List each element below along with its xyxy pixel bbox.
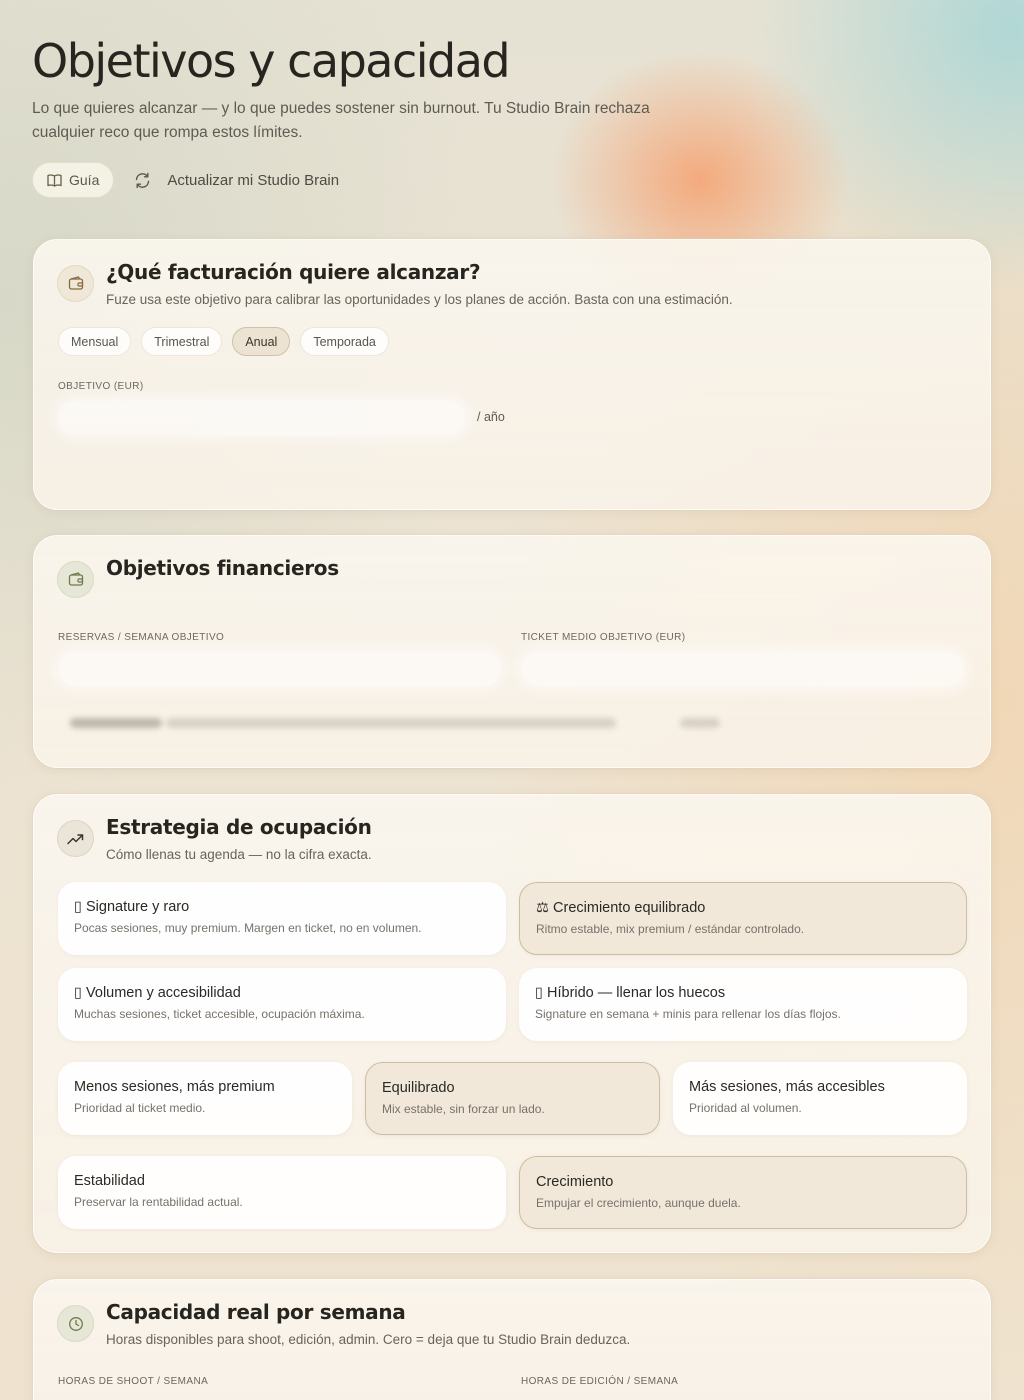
balance-option-volume[interactable]: Más sesiones, más accesibles Prioridad a…	[673, 1062, 967, 1135]
financial-goals-title: Objetivos financieros	[106, 556, 339, 580]
option-title: ⚖ Crecimiento equilibrado	[536, 900, 706, 916]
clock-icon	[68, 1316, 84, 1332]
strategy-option-hybrid[interactable]: ▯ Híbrido — llenar los huecos Signature …	[519, 968, 967, 1041]
period-pill-quarterly[interactable]: Trimestral	[141, 327, 223, 356]
bookings-week-input[interactable]	[58, 652, 501, 686]
blurred-summary-label	[70, 718, 162, 728]
card-icon-wrap	[57, 265, 94, 302]
balance-option-premium[interactable]: Menos sesiones, más premium Prioridad al…	[58, 1062, 352, 1135]
blurred-summary-text	[166, 718, 616, 728]
refresh-icon	[134, 172, 151, 189]
revenue-goal-title: ¿Qué facturación quiere alcanzar?	[106, 260, 481, 284]
option-description: Muchas sesiones, ticket accesible, ocupa…	[74, 1007, 365, 1021]
page-title: Objetivos y capacidad	[32, 34, 511, 88]
strategy-option-balanced-growth[interactable]: ⚖ Crecimiento equilibrado Ritmo estable,…	[519, 882, 967, 955]
bookings-week-label: RESERVAS / SEMANA OBJETIVO	[58, 632, 225, 643]
wallet-icon	[68, 276, 84, 291]
balance-option-balanced[interactable]: Equilibrado Mix estable, sin forzar un l…	[365, 1062, 660, 1135]
card-icon-wrap	[57, 561, 94, 598]
blurred-summary-value	[680, 718, 720, 728]
strategy-option-volume[interactable]: ▯ Volumen y accesibilidad Muchas sesione…	[58, 968, 506, 1041]
option-description: Mix estable, sin forzar un lado.	[382, 1102, 545, 1116]
page-subtitle: Lo que quieres alcanzar — y lo que puede…	[32, 100, 650, 141]
option-title: Estabilidad	[74, 1173, 145, 1189]
capacity-title: Capacidad real por semana	[106, 1300, 406, 1324]
goal-option-stability[interactable]: Estabilidad Preservar la rentabilidad ac…	[58, 1156, 506, 1229]
guide-button-label: Guía	[69, 172, 100, 188]
revenue-target-label: OBJETIVO (EUR)	[58, 381, 144, 392]
period-pill-monthly[interactable]: Mensual	[58, 327, 132, 356]
financial-goals-card: Objetivos financieros RESERVAS / SEMANA …	[33, 535, 991, 768]
option-title: Más sesiones, más accesibles	[689, 1079, 885, 1095]
option-description: Ritmo estable, mix premium / estándar co…	[536, 922, 805, 936]
option-title: ▯ Signature y raro	[74, 899, 190, 915]
goals-capacity-page: Objetivos y capacidad Lo que quieres alc…	[0, 0, 1024, 1400]
occupancy-strategy-card: Estrategia de ocupación Cómo llenas tu a…	[33, 794, 991, 1253]
book-open-icon	[47, 173, 62, 187]
option-title: ▯ Volumen y accesibilidad	[74, 985, 241, 1001]
period-pill-season[interactable]: Temporada	[300, 327, 389, 356]
revenue-target-input[interactable]	[58, 401, 465, 435]
trending-up-icon	[67, 833, 84, 845]
period-pill-annual[interactable]: Anual	[232, 327, 291, 356]
strategy-option-signature[interactable]: ▯ Signature y raro Pocas sesiones, muy p…	[58, 882, 506, 955]
option-description: Empujar el crecimiento, aunque duela.	[536, 1196, 741, 1210]
revenue-goal-card: ¿Qué facturación quiere alcanzar? Fuze u…	[33, 239, 991, 510]
capacity-description: Horas disponibles para shoot, edición, a…	[106, 1332, 631, 1347]
option-title: Crecimiento	[536, 1174, 614, 1190]
period-selector: Mensual Trimestral Anual Temporada	[58, 327, 389, 356]
option-description: Prioridad al ticket medio.	[74, 1101, 206, 1115]
top-actions: Guía Actualizar mi Studio Brain	[32, 162, 339, 198]
weekly-capacity-card: Capacidad real por semana Horas disponib…	[33, 1279, 991, 1400]
avg-ticket-input[interactable]	[521, 652, 964, 686]
goal-option-growth[interactable]: Crecimiento Empujar el crecimiento, aunq…	[519, 1156, 967, 1229]
option-title: Menos sesiones, más premium	[74, 1079, 275, 1095]
avg-ticket-label: TICKET MEDIO OBJETIVO (EUR)	[521, 632, 686, 643]
option-description: Pocas sesiones, muy premium. Margen en t…	[74, 921, 422, 935]
option-description: Prioridad al volumen.	[689, 1101, 802, 1115]
card-icon-wrap	[57, 820, 94, 857]
option-title: ▯ Híbrido — llenar los huecos	[535, 985, 726, 1001]
refresh-button-label: Actualizar mi Studio Brain	[167, 171, 340, 189]
option-description: Signature en semana + minis para rellena…	[535, 1007, 841, 1021]
wallet-icon	[68, 572, 84, 587]
edit-hours-label: HORAS DE EDICIÓN / SEMANA	[521, 1376, 679, 1387]
option-description: Preservar la rentabilidad actual.	[74, 1195, 243, 1209]
refresh-studio-brain-button[interactable]: Actualizar mi Studio Brain	[134, 172, 339, 189]
shoot-hours-label: HORAS DE SHOOT / SEMANA	[58, 1376, 209, 1387]
revenue-goal-description: Fuze usa este objetivo para calibrar las…	[106, 292, 733, 307]
strategy-description: Cómo llenas tu agenda — no la cifra exac…	[106, 847, 372, 862]
strategy-title: Estrategia de ocupación	[106, 815, 372, 839]
revenue-unit: / año	[477, 410, 505, 424]
card-icon-wrap	[57, 1305, 94, 1342]
guide-button[interactable]: Guía	[32, 162, 115, 198]
option-title: Equilibrado	[382, 1080, 455, 1096]
